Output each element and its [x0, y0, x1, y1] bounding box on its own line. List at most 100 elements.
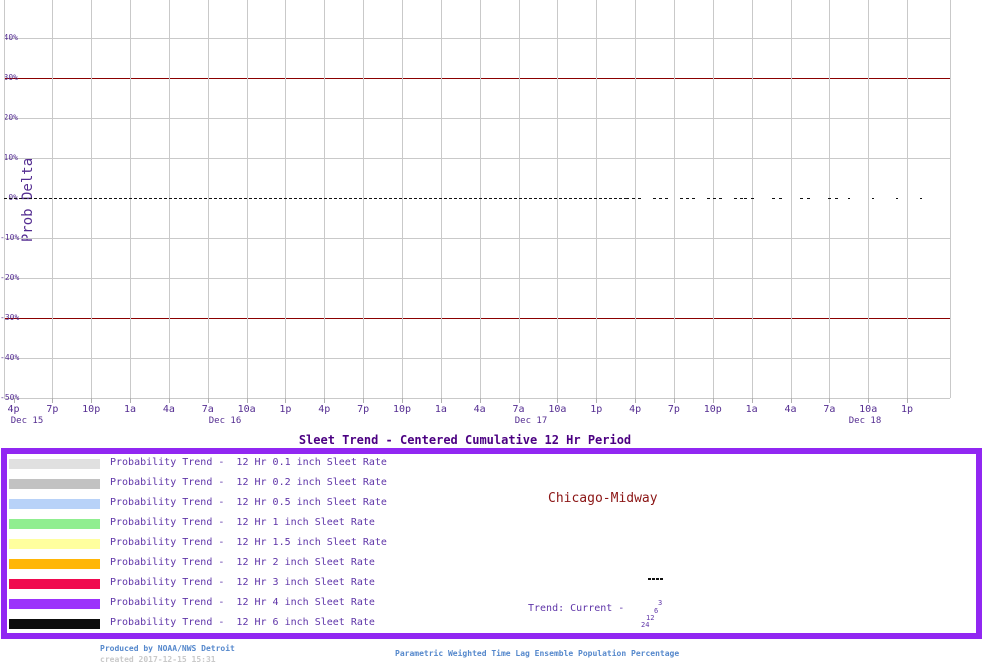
x-tick-mark — [208, 398, 209, 403]
y-gridline — [4, 398, 950, 399]
zero-line-segment — [4, 198, 626, 199]
x-tick-label: 10a — [859, 404, 877, 415]
lag-hour-label: 24 — [641, 621, 649, 629]
y-tick-label: -50% — [0, 393, 18, 403]
x-tick-mark — [247, 398, 248, 403]
y-tick-label: 10% — [0, 153, 18, 163]
x-tick-label: 1a — [746, 404, 758, 415]
x-tick-label: 10a — [548, 404, 566, 415]
legend-swatch — [9, 459, 100, 469]
y-tick-label: 40% — [0, 33, 18, 43]
x-tick-mark — [791, 398, 792, 403]
x-gridline — [52, 0, 53, 398]
producer-credit: Produced by NOAA/NWS Detroit — [100, 644, 235, 653]
legend-swatch — [9, 579, 100, 589]
x-gridline — [247, 0, 248, 398]
x-tick-mark — [324, 398, 325, 403]
x-tick-mark — [674, 398, 675, 403]
legend-item-label: Probability Trend - 12 Hr 0.2 inch Sleet… — [110, 477, 387, 488]
x-gridline — [519, 0, 520, 398]
x-tick-mark — [752, 398, 753, 403]
y-gridline — [4, 158, 950, 159]
legend-swatch — [9, 539, 100, 549]
sleet-trend-chart-page: Prob Delta 50%40%30%20%10%0%-10%-20%-30%… — [0, 0, 1000, 670]
x-tick-label: 1a — [124, 404, 136, 415]
x-tick-label: 4a — [784, 404, 796, 415]
x-gridline — [868, 0, 869, 398]
date-label: Dec 16 — [209, 416, 242, 426]
x-tick-label: 1a — [435, 404, 447, 415]
station-label: Chicago-Midway — [548, 491, 658, 506]
x-tick-mark — [596, 398, 597, 403]
legend-item-label: Probability Trend - 12 Hr 1.5 inch Sleet… — [110, 537, 387, 548]
x-tick-mark — [91, 398, 92, 403]
x-gridline — [596, 0, 597, 398]
x-tick-label: 7p — [46, 404, 58, 415]
x-tick-label: 7p — [357, 404, 369, 415]
x-tick-mark — [169, 398, 170, 403]
x-tick-label: 4p — [7, 404, 19, 415]
zero-line-segment — [744, 198, 848, 199]
date-label: Dec 17 — [515, 416, 548, 426]
x-gridline — [285, 0, 286, 398]
x-tick-label: 4a — [163, 404, 175, 415]
legend-item-label: Probability Trend - 12 Hr 3 inch Sleet R… — [110, 577, 375, 588]
y-gridline — [4, 118, 950, 119]
x-tick-label: 7a — [513, 404, 525, 415]
trend-dot — [652, 578, 655, 580]
x-tick-mark — [868, 398, 869, 403]
x-tick-label: 4p — [629, 404, 641, 415]
reference-line — [4, 78, 950, 79]
x-tick-mark — [829, 398, 830, 403]
x-tick-mark — [14, 398, 15, 403]
x-gridline — [557, 0, 558, 398]
x-tick-label: 10p — [704, 404, 722, 415]
legend-swatch — [9, 479, 100, 489]
created-timestamp: created 2017-12-15 15:31 — [100, 655, 216, 664]
legend-swatch — [9, 619, 100, 629]
x-tick-mark — [130, 398, 131, 403]
x-tick-mark — [480, 398, 481, 403]
y-tick-label: 30% — [0, 73, 18, 83]
y-tick-label: -30% — [0, 313, 18, 323]
x-gridline — [791, 0, 792, 398]
x-tick-mark — [441, 398, 442, 403]
plot-left-border — [4, 0, 5, 398]
x-tick-mark — [907, 398, 908, 403]
x-tick-label: 4p — [318, 404, 330, 415]
legend-item-label: Probability Trend - 12 Hr 1 inch Sleet R… — [110, 517, 375, 528]
trend-dot — [660, 578, 663, 580]
legend-item-label: Probability Trend - 12 Hr 0.5 inch Sleet… — [110, 497, 387, 508]
x-tick-label: 7a — [202, 404, 214, 415]
x-tick-label: 10p — [393, 404, 411, 415]
x-gridline — [480, 0, 481, 398]
zero-line-segment — [848, 198, 942, 199]
y-gridline — [4, 278, 950, 279]
x-gridline — [402, 0, 403, 398]
lag-hour-label: 6 — [654, 607, 658, 615]
x-gridline — [752, 0, 753, 398]
x-tick-mark — [402, 398, 403, 403]
legend-swatch — [9, 599, 100, 609]
date-label: Dec 18 — [849, 416, 882, 426]
legend-swatch — [9, 519, 100, 529]
x-tick-label: 1p — [590, 404, 602, 415]
x-gridline — [674, 0, 675, 398]
x-tick-mark — [519, 398, 520, 403]
zero-line-segment — [626, 198, 744, 199]
x-gridline — [208, 0, 209, 398]
x-gridline — [91, 0, 92, 398]
chart-title: Sleet Trend - Centered Cumulative 12 Hr … — [299, 433, 631, 447]
x-gridline — [324, 0, 325, 398]
x-tick-mark — [557, 398, 558, 403]
lag-hour-label: 3 — [658, 599, 662, 607]
y-tick-label: -20% — [0, 273, 18, 283]
trend-dot — [648, 578, 651, 580]
x-tick-mark — [52, 398, 53, 403]
legend-item-label: Probability Trend - 12 Hr 2 inch Sleet R… — [110, 557, 375, 568]
x-tick-mark — [635, 398, 636, 403]
legend-item-label: Probability Trend - 12 Hr 0.1 inch Sleet… — [110, 457, 387, 468]
x-tick-label: 1p — [901, 404, 913, 415]
plot-right-border — [950, 0, 951, 398]
x-gridline — [907, 0, 908, 398]
